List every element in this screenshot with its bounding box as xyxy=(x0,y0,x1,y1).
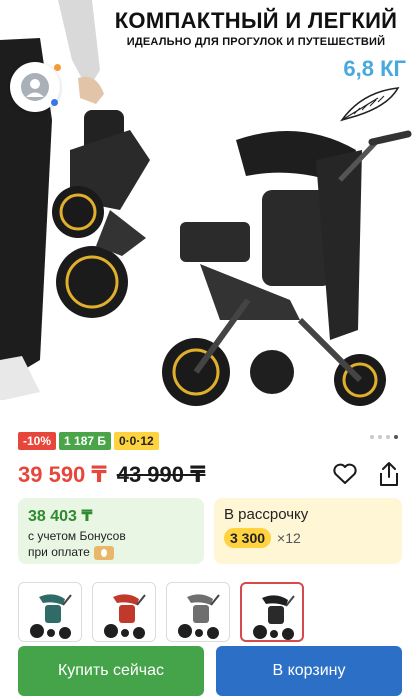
gallery-dot[interactable] xyxy=(378,435,382,439)
tricycle-thumb-image xyxy=(178,594,220,639)
bonus-line-1: с учетом Бонусов xyxy=(28,529,126,543)
variant-thumb-red[interactable] xyxy=(92,582,156,642)
tricycle-thumb-image xyxy=(30,594,72,639)
hero-subheadline: ИДЕАЛЬНО ДЛЯ ПРОГУЛОК И ПУТЕШЕСТВИЙ xyxy=(126,36,386,48)
share-icon[interactable] xyxy=(376,460,402,488)
gallery-dot[interactable] xyxy=(370,435,374,439)
discount-badge: -10% xyxy=(18,432,57,450)
gallery-dot[interactable] xyxy=(386,435,390,439)
bonus-badge: 1 187 Б xyxy=(59,432,112,450)
bonus-price-card[interactable]: 38 403 ₸ с учетом Бонусов при оплате xyxy=(18,498,204,564)
notification-dot-orange xyxy=(54,64,61,71)
feather-icon xyxy=(340,87,400,122)
user-icon xyxy=(21,73,49,101)
installment-card[interactable]: В рассрочку 3 300 ×12 xyxy=(214,498,402,564)
current-price: 39 590 ₸ xyxy=(18,462,107,487)
tricycle-thumb-image xyxy=(253,595,295,640)
bonus-price: 38 403 ₸ xyxy=(28,508,93,525)
installment-title: В рассрочку xyxy=(224,506,309,523)
hero-weight-label: 6,8 КГ xyxy=(343,56,406,81)
installment-multiplier: ×12 xyxy=(277,530,301,546)
color-variants xyxy=(18,582,304,642)
bonus-line-2: при оплате xyxy=(28,545,90,559)
add-to-cart-button[interactable]: В корзину xyxy=(216,646,402,696)
notification-dot-blue xyxy=(51,99,58,106)
hero-headline: КОМПАКТНЫЙ И ЛЕГКИЙ xyxy=(114,8,398,33)
installment-amount: 3 300 xyxy=(224,528,272,548)
favorite-heart-icon[interactable] xyxy=(332,462,358,486)
product-badges: -10% 1 187 Б 0·0·12 xyxy=(18,432,159,450)
product-image-gallery[interactable]: КОМПАКТНЫЙ И ЛЕГКИЙ ИДЕАЛЬНО ДЛЯ ПРОГУЛО… xyxy=(0,0,420,420)
old-price: 43 990 ₸ xyxy=(116,462,206,487)
gallery-pagination[interactable] xyxy=(370,435,398,439)
variant-thumb-grey[interactable] xyxy=(166,582,230,642)
buy-now-button[interactable]: Купить сейчас xyxy=(18,646,204,696)
tricycle-thumb-image xyxy=(104,594,146,639)
variant-thumb-black-selected[interactable] xyxy=(240,582,304,642)
installment-row: 3 300 ×12 xyxy=(224,528,301,548)
seller-avatar-button[interactable] xyxy=(10,62,61,112)
product-page: КОМПАКТНЫЙ И ЛЕГКИЙ ИДЕАЛЬНО ДЛЯ ПРОГУЛО… xyxy=(0,0,420,700)
variant-thumb-teal[interactable] xyxy=(18,582,82,642)
gallery-dot-active[interactable] xyxy=(394,435,398,439)
bonus-coin-icon xyxy=(93,545,114,560)
price-row: 39 590 ₸ 43 990 ₸ xyxy=(18,462,205,488)
bonus-description: с учетом Бонусов при оплате xyxy=(28,528,126,560)
installment-badge: 0·0·12 xyxy=(114,432,159,450)
